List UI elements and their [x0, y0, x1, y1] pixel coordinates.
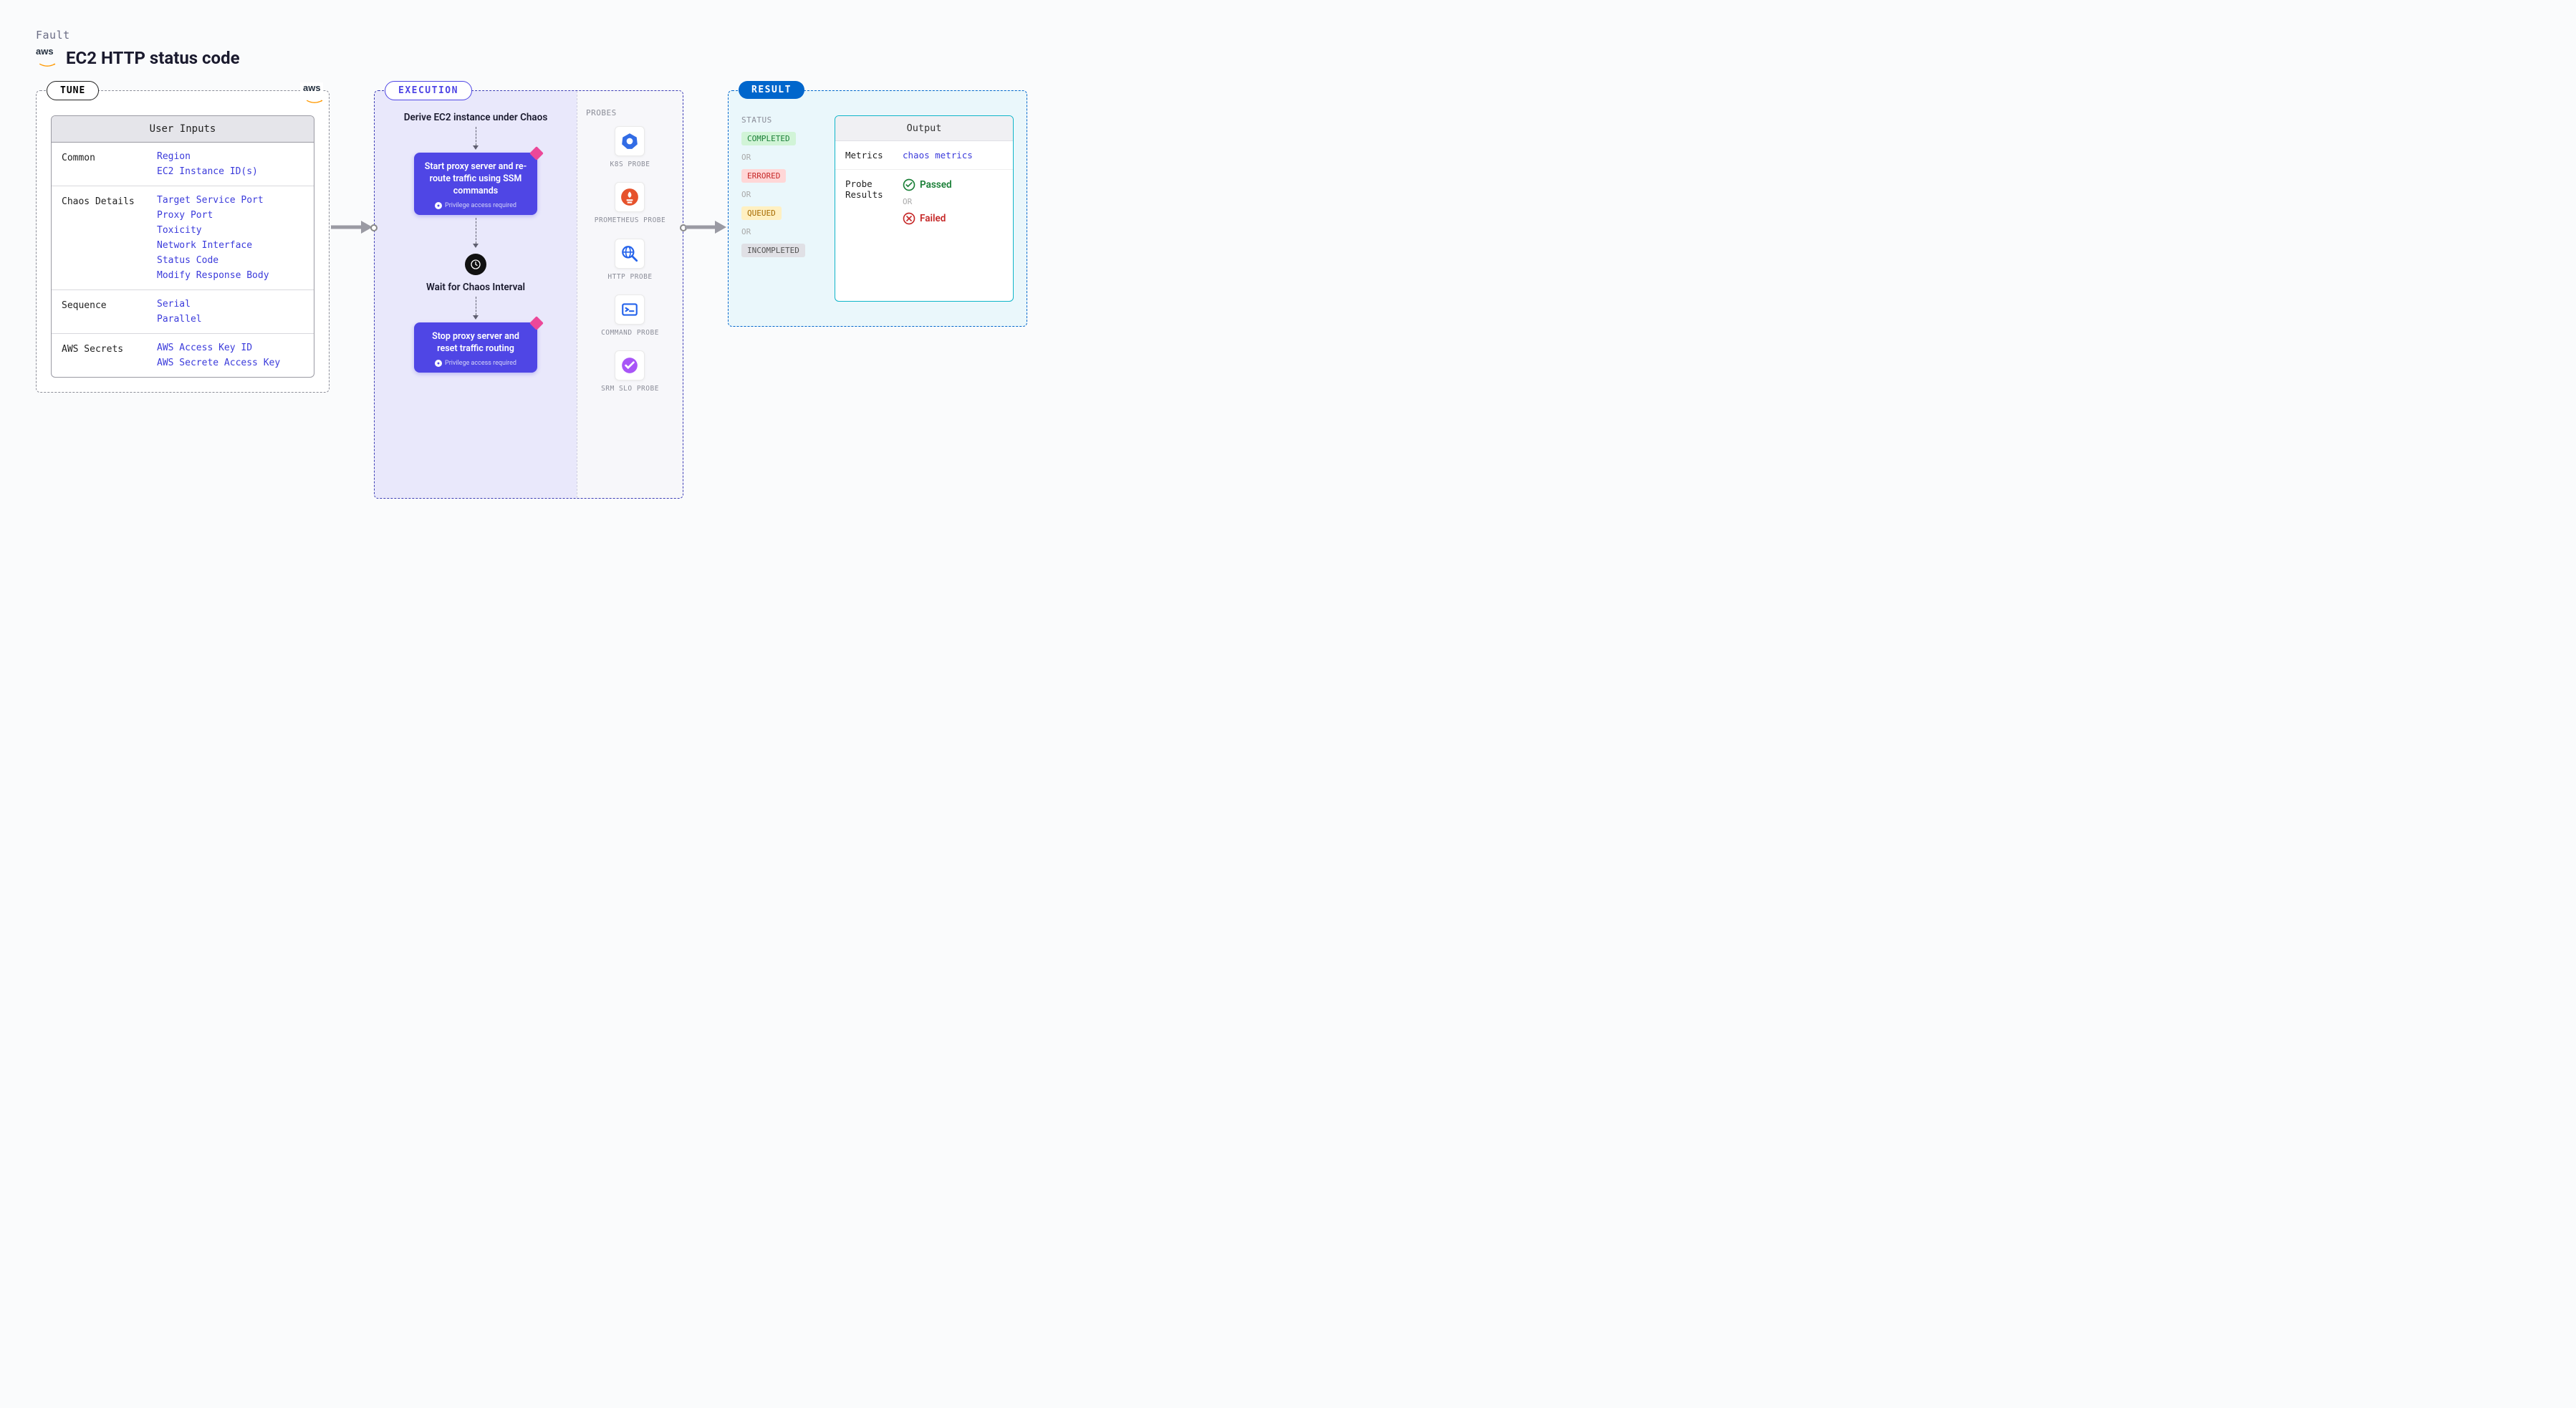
input-value: Network Interface [157, 240, 304, 251]
tune-badge: TUNE [47, 81, 99, 100]
probe-results-label: Probe Results [845, 178, 895, 225]
status-completed: COMPLETED [741, 132, 796, 145]
input-section-sequence: Sequence Serial Parallel [52, 290, 314, 334]
metrics-value: chaos metrics [903, 150, 973, 161]
status-header: STATUS [741, 115, 820, 125]
input-section-chaos-details: Chaos Details Target Service Port Proxy … [52, 186, 314, 290]
or-text: OR [741, 227, 820, 236]
input-value: Parallel [157, 314, 304, 325]
down-arrow-icon [473, 297, 479, 320]
section-name: AWS Secrets [62, 343, 151, 368]
probes-column: PROBES K8S PROBE PROMETHEUS PROBE [577, 91, 683, 498]
tune-panel: TUNE aws User Inputs Common Region EC2 I… [36, 90, 330, 393]
probe-label: PROMETHEUS PROBE [595, 216, 666, 225]
corner-badge-icon [529, 146, 544, 161]
probe-result-failed: Failed [903, 212, 952, 225]
section-name: Sequence [62, 299, 151, 325]
execution-panel: EXECUTION Derive EC2 instance under Chao… [374, 90, 683, 499]
input-value: Status Code [157, 255, 304, 266]
title-row: aws EC2 HTTP status code [36, 46, 1082, 70]
execution-flow: Derive EC2 instance under Chaos Start pr… [375, 91, 577, 498]
probe-label: K8S PROBE [610, 161, 650, 169]
aws-icon: aws [36, 46, 59, 70]
probe-prometheus: PROMETHEUS PROBE [595, 182, 666, 225]
status-incompleted: INCOMPLETED [741, 244, 805, 257]
privilege-text: Privilege access required [445, 202, 516, 209]
input-value: Serial [157, 299, 304, 310]
metrics-label: Metrics [845, 150, 895, 161]
k8s-icon [615, 126, 645, 156]
status-column: STATUS COMPLETED OR ERRORED OR QUEUED OR… [741, 115, 820, 302]
step-wait-interval: Wait for Chaos Interval [420, 281, 531, 294]
diagram-row: TUNE aws User Inputs Common Region EC2 I… [36, 90, 1082, 499]
output-row-probe-results: Probe Results Passed OR Failed [835, 170, 1013, 234]
or-text: OR [741, 190, 820, 199]
probe-label: SRM SLO PROBE [601, 385, 659, 393]
input-value: Modify Response Body [157, 270, 304, 281]
execution-badge: EXECUTION [385, 81, 472, 100]
connector-dot [370, 224, 378, 231]
prometheus-icon [615, 182, 645, 212]
result-panel: RESULT STATUS COMPLETED OR ERRORED OR QU… [728, 90, 1027, 327]
probe-label: HTTP PROBE [607, 273, 652, 282]
check-circle-icon [903, 178, 915, 191]
input-section-common: Common Region EC2 Instance ID(s) [52, 143, 314, 186]
privilege-text: Privilege access required [445, 360, 516, 367]
step-derive-ec2: Derive EC2 instance under Chaos [398, 111, 554, 124]
stop-proxy-card: Stop proxy server and reset traffic rout… [414, 322, 537, 373]
clock-icon [465, 254, 486, 275]
probe-srm-slo: SRM SLO PROBE [601, 350, 659, 393]
output-header: Output [835, 116, 1013, 141]
start-proxy-card: Start proxy server and re-route traffic … [414, 153, 537, 215]
probe-label: COMMAND PROBE [601, 329, 659, 337]
probe-http: HTTP PROBE [607, 239, 652, 282]
probe-command: COMMAND PROBE [601, 294, 659, 337]
output-box: Output Metrics chaos metrics Probe Resul… [835, 115, 1014, 302]
output-row-metrics: Metrics chaos metrics [835, 141, 1013, 170]
down-arrow-icon [473, 218, 479, 248]
section-name: Chaos Details [62, 195, 151, 281]
arrow-connector [330, 219, 374, 235]
input-value: Target Service Port [157, 195, 304, 206]
input-section-aws-secrets: AWS Secrets AWS Access Key ID AWS Secret… [52, 334, 314, 377]
privilege-note: ● Privilege access required [435, 202, 516, 209]
aws-icon: aws [300, 82, 323, 107]
input-value: EC2 Instance ID(s) [157, 166, 304, 177]
arrow-connector [683, 219, 728, 235]
user-inputs-header: User Inputs [52, 116, 314, 143]
status-errored: ERRORED [741, 169, 786, 183]
probe-k8s: K8S PROBE [610, 126, 650, 169]
input-value: Toxicity [157, 225, 304, 236]
lock-dot-icon: ● [435, 360, 442, 367]
input-value: AWS Access Key ID [157, 343, 304, 353]
page-title: EC2 HTTP status code [66, 48, 240, 68]
failed-text: Failed [920, 213, 946, 224]
input-value: Proxy Port [157, 210, 304, 221]
input-value: AWS Secrete Access Key [157, 358, 304, 368]
command-icon [615, 294, 645, 325]
http-icon [615, 239, 645, 269]
probe-result-passed: Passed [903, 178, 952, 191]
input-value: Region [157, 151, 304, 162]
card-title: Stop proxy server and reset traffic rout… [421, 331, 530, 355]
privilege-note: ● Privilege access required [435, 360, 516, 367]
card-title: Start proxy server and re-route traffic … [421, 161, 530, 198]
or-text: OR [903, 197, 952, 206]
user-inputs-box: User Inputs Common Region EC2 Instance I… [51, 115, 314, 378]
down-arrow-icon [473, 127, 479, 150]
fault-label: Fault [36, 29, 1082, 42]
lock-dot-icon: ● [435, 202, 442, 209]
or-text: OR [741, 153, 820, 162]
probes-header: PROBES [586, 108, 617, 118]
srm-icon [615, 350, 645, 380]
x-circle-icon [903, 212, 915, 225]
result-badge: RESULT [739, 81, 804, 99]
corner-badge-icon [529, 316, 544, 330]
status-queued: QUEUED [741, 206, 782, 220]
passed-text: Passed [920, 179, 952, 191]
section-name: Common [62, 151, 151, 177]
